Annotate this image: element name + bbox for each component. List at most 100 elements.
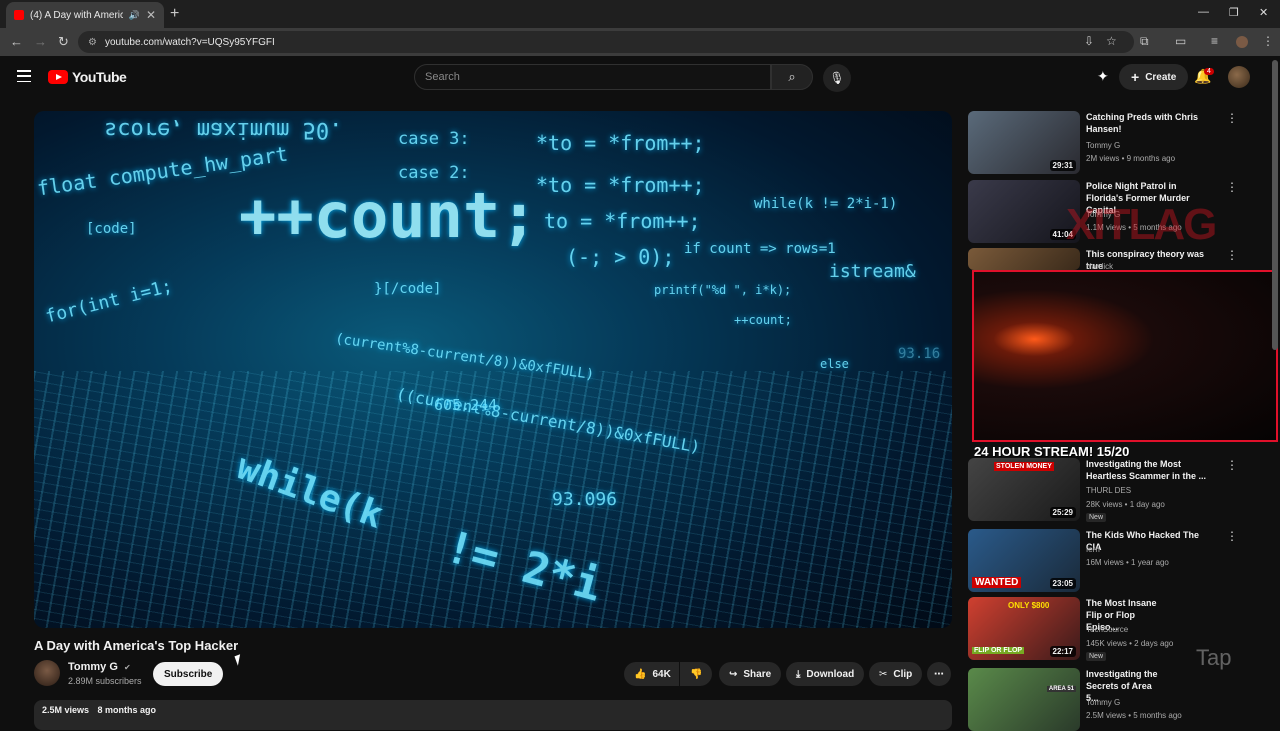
- recommendation-title[interactable]: Catching Preds with Chris Hansen!: [1086, 111, 1214, 135]
- media-icon[interactable]: ≡: [1211, 34, 1218, 48]
- more-vertical-icon[interactable]: ⋮: [1226, 248, 1238, 262]
- search-icon: ⌕: [788, 69, 796, 84]
- recommendation-channel[interactable]: THURL DES: [1086, 486, 1131, 495]
- streamer-watermark: XITLAG: [1066, 200, 1217, 249]
- recommendation-title[interactable]: Investigating the Most Heartless Scammer…: [1086, 458, 1214, 482]
- recommendation-meta: 28K views • 1 day ago: [1086, 500, 1165, 509]
- recommendation-channel[interactable]: TechSource: [1086, 625, 1128, 634]
- code-line: while(k != 2*i-1): [754, 196, 898, 212]
- thumbnail-caption: FLIP OR FLOP: [972, 647, 1025, 654]
- create-button[interactable]: + Create: [1119, 64, 1189, 90]
- recommendation-item[interactable]: STOLEN MONEY 25:29 Investigating the Mos…: [968, 458, 1268, 522]
- notification-count-badge: 4: [1204, 68, 1214, 75]
- browser-tab[interactable]: (4) A Day with America's Top 🔊 ✕: [6, 2, 164, 28]
- recommendation-item[interactable]: This conspiracy theory was true Hardick …: [968, 248, 1268, 271]
- channel-name[interactable]: Tommy G ✔: [68, 661, 131, 673]
- recommendation-title[interactable]: The Kids Who Hacked The CIA: [1086, 529, 1214, 553]
- share-icon: ↪: [729, 668, 738, 680]
- recommendation-meta: 16M views • 1 year ago: [1086, 558, 1169, 567]
- more-vertical-icon[interactable]: ⋮: [1226, 111, 1238, 125]
- profile-avatar-icon[interactable]: [1236, 36, 1248, 48]
- more-vertical-icon[interactable]: ⋮: [1226, 180, 1238, 194]
- install-icon[interactable]: ⇩: [1084, 34, 1094, 48]
- video-thumbnail[interactable]: [968, 248, 1080, 270]
- channel-avatar[interactable]: [34, 660, 60, 686]
- new-badge: New: [1086, 513, 1107, 522]
- subscriber-count: 2.89M subscribers: [68, 676, 142, 686]
- thumbnail-caption: STOLEN MONEY: [994, 462, 1054, 471]
- recommendation-meta: 2M views • 9 months ago: [1086, 154, 1176, 163]
- window-close-button[interactable]: ✕: [1259, 6, 1268, 19]
- premium-icon[interactable]: ✦: [1097, 68, 1109, 85]
- recommendation-meta: 2.5M views • 5 months ago: [1086, 711, 1182, 720]
- site-info-icon[interactable]: ⚙: [88, 37, 97, 48]
- code-line: ++count;: [239, 179, 538, 252]
- recommendation-meta: 145K views • 2 days ago: [1086, 639, 1174, 648]
- extensions-icon[interactable]: ⧉: [1140, 34, 1149, 49]
- page-scrollbar[interactable]: [1272, 60, 1278, 720]
- recommendation-item[interactable]: WANTED 23:05 The Kids Who Hacked The CIA…: [968, 529, 1268, 592]
- video-thumbnail[interactable]: 29:31: [968, 111, 1080, 174]
- recommendation-item[interactable]: 29:31 Catching Preds with Chris Hansen! …: [968, 111, 1268, 174]
- create-label: Create: [1145, 71, 1177, 83]
- like-button[interactable]: 👍 64K: [624, 662, 679, 686]
- code-line: *to = *from++;: [536, 131, 705, 155]
- cast-icon[interactable]: ▭: [1175, 34, 1186, 48]
- youtube-logo[interactable]: YouTube: [48, 69, 127, 85]
- code-line: to = *from++;: [544, 209, 701, 233]
- hamburger-menu-icon[interactable]: [17, 70, 31, 82]
- video-thumbnail[interactable]: 41:04: [968, 180, 1080, 243]
- thumbs-up-icon: 👍: [634, 668, 647, 680]
- youtube-favicon-icon: [14, 10, 24, 20]
- search-input[interactable]: Search: [414, 64, 771, 90]
- voice-search-button[interactable]: 🎙: [823, 64, 851, 92]
- bookmark-star-icon[interactable]: ☆: [1106, 34, 1117, 48]
- scrollbar-thumb[interactable]: [1272, 60, 1278, 350]
- speaker-icon[interactable]: 🔊: [129, 10, 140, 21]
- tap-watermark: Tap: [1196, 645, 1232, 670]
- recommendation-channel[interactable]: Tommy G: [1086, 698, 1120, 707]
- more-vertical-icon[interactable]: ⋮: [1226, 529, 1238, 543]
- clip-button[interactable]: ✂ Clip: [869, 662, 923, 686]
- more-vertical-icon[interactable]: ⋮: [1226, 458, 1238, 472]
- video-thumbnail[interactable]: ONLY $800 FLIP OR FLOP 22:17: [968, 597, 1080, 660]
- dislike-button[interactable]: 👎: [680, 662, 712, 686]
- mouse-cursor: [234, 654, 244, 666]
- code-line: 93.16: [898, 346, 941, 362]
- search-button[interactable]: ⌕: [771, 64, 813, 90]
- thumbnail-caption: ONLY $800: [1008, 601, 1050, 610]
- share-button[interactable]: ↪ Share: [719, 662, 782, 686]
- more-horizontal-icon: ⋯: [934, 668, 944, 680]
- scissors-icon: ✂: [879, 668, 888, 680]
- reload-icon[interactable]: ↻: [58, 34, 69, 50]
- recommendation-channel[interactable]: Tommy G: [1086, 141, 1120, 150]
- forward-icon[interactable]: →: [34, 34, 47, 49]
- account-avatar[interactable]: [1228, 66, 1250, 88]
- code-line: else: [820, 357, 849, 371]
- download-button[interactable]: ⤓ Download: [786, 662, 865, 686]
- video-player[interactable]: score, maximum 50. float compute_hw_part…: [34, 111, 952, 628]
- description-box[interactable]: 2.5M views 8 months ago: [34, 700, 952, 730]
- upload-age: 8 months ago: [97, 705, 157, 715]
- clip-label: Clip: [893, 668, 913, 680]
- video-thumbnail[interactable]: AREA 51: [968, 668, 1080, 731]
- address-bar[interactable]: ⚙ youtube.com/watch?v=UQSy95YFGFI: [78, 31, 1134, 53]
- video-thumbnail[interactable]: WANTED 23:05: [968, 529, 1080, 592]
- view-count: 2.5M views: [42, 705, 90, 715]
- tab-close-icon[interactable]: ✕: [146, 8, 156, 22]
- video-thumbnail[interactable]: STOLEN MONEY 25:29: [968, 458, 1080, 521]
- tab-title: (4) A Day with America's Top: [30, 9, 123, 21]
- youtube-header: YouTube Search ⌕ 🎙 ✦ + Create 🔔 4: [0, 56, 1280, 98]
- new-tab-button[interactable]: +: [170, 5, 179, 23]
- code-line: ++count;: [734, 313, 792, 327]
- recommendation-item[interactable]: AREA 51 Investigating the Secrets of Are…: [968, 668, 1268, 731]
- duration-badge: 22:17: [1049, 646, 1076, 657]
- subscribe-button[interactable]: Subscribe: [153, 662, 224, 686]
- browser-menu-icon[interactable]: ⋮: [1262, 34, 1274, 48]
- maximize-button[interactable]: ❐: [1229, 6, 1239, 19]
- back-icon[interactable]: ←: [10, 34, 23, 49]
- minimize-button[interactable]: —: [1198, 6, 1209, 18]
- code-line: istream&: [829, 261, 916, 282]
- more-actions-button[interactable]: ⋯: [927, 662, 951, 686]
- recommendation-channel[interactable]: fern: [1086, 545, 1100, 554]
